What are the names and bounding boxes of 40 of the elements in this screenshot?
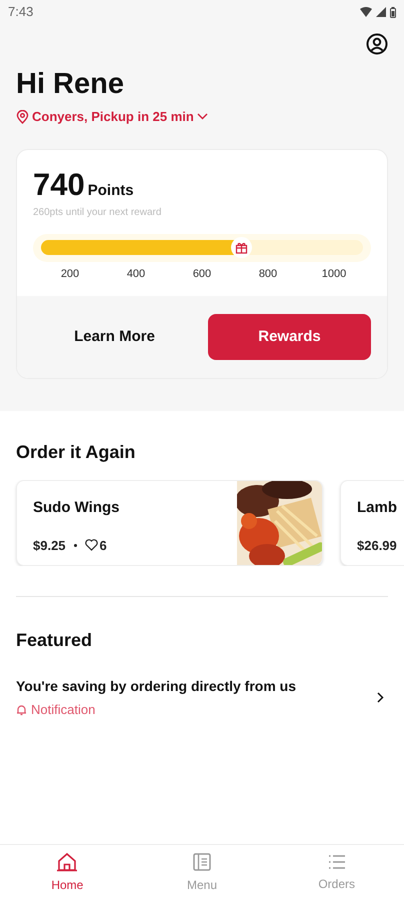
- tick-label: 800: [258, 266, 278, 282]
- wifi-icon: [360, 7, 372, 17]
- featured-item[interactable]: You're saving by ordering directly from us Notification: [0, 676, 404, 720]
- signal-icon: [376, 7, 386, 17]
- learn-more-button[interactable]: Learn More: [33, 314, 196, 360]
- item-price: $26.99: [357, 536, 397, 554]
- notification-tag: Notification: [31, 700, 96, 720]
- nav-tab[interactable]: Home: [0, 845, 135, 900]
- tick-label: 400: [126, 266, 146, 282]
- status-time: 7:43: [8, 3, 34, 22]
- order-card[interactable]: Lamb $26.99: [340, 480, 404, 566]
- tick-label: 200: [60, 266, 80, 282]
- heart-icon: [84, 539, 98, 552]
- location-pin-icon: [16, 110, 29, 124]
- like-count: 6: [100, 536, 107, 554]
- profile-icon[interactable]: [366, 33, 388, 55]
- order-card[interactable]: Sudo Wings $9.25 6: [16, 480, 323, 566]
- list-icon: [326, 852, 347, 870]
- section-title: Order it Again: [15, 441, 136, 464]
- section-title: Featured: [15, 629, 94, 652]
- location-selector[interactable]: Conyers, Pickup in 25 min: [16, 107, 208, 126]
- tick-label: 600: [192, 266, 212, 282]
- bell-icon: [16, 704, 27, 716]
- gift-icon: [230, 237, 252, 258]
- tick-label: 1000: [320, 266, 348, 282]
- home-icon: [56, 852, 78, 872]
- points-label: Points: [88, 180, 134, 200]
- item-name: Sudo Wings: [33, 498, 121, 518]
- rewards-button[interactable]: Rewards: [208, 314, 371, 360]
- chevron-right-icon: [377, 692, 384, 704]
- book-icon: [192, 852, 212, 872]
- nav-tab[interactable]: Orders: [269, 845, 404, 900]
- greeting-heading: Hi Rene: [16, 67, 125, 102]
- item-name: Lamb: [357, 498, 398, 518]
- nav-tab[interactable]: Menu: [134, 845, 270, 900]
- reward-subtitle: 260pts until your next reward: [33, 206, 162, 220]
- item-price: $9.25: [33, 536, 66, 554]
- chevron-down-icon: [196, 113, 208, 120]
- points-value: 740: [33, 166, 85, 204]
- battery-icon: [390, 6, 396, 18]
